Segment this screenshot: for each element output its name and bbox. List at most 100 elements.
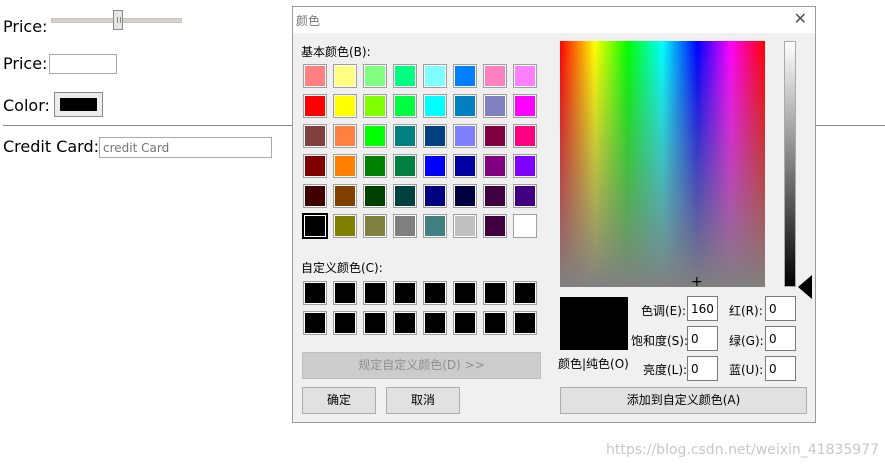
basic-color-swatch[interactable]	[363, 154, 387, 178]
basic-color-swatch[interactable]	[393, 124, 417, 148]
cancel-button[interactable]: 取消	[386, 387, 460, 414]
custom-color-swatch[interactable]	[363, 311, 387, 335]
basic-color-swatch[interactable]	[483, 214, 507, 238]
custom-color-swatch[interactable]	[483, 311, 507, 335]
basic-color-swatch[interactable]	[483, 154, 507, 178]
red-label: 红(R):	[729, 304, 763, 318]
basic-color-swatch[interactable]	[303, 124, 327, 148]
custom-colors-label: 自定义颜色(C):	[301, 261, 383, 275]
preview-label: 颜色|纯色(O)	[558, 357, 629, 371]
luminance-label: 亮度(L):	[643, 363, 688, 377]
basic-color-swatch[interactable]	[333, 214, 357, 238]
custom-color-swatch[interactable]	[423, 311, 447, 335]
basic-color-swatch[interactable]	[333, 184, 357, 208]
basic-color-swatch[interactable]	[363, 64, 387, 88]
basic-color-swatch[interactable]	[423, 214, 447, 238]
custom-color-swatch[interactable]	[303, 281, 327, 305]
basic-color-swatch[interactable]	[393, 214, 417, 238]
basic-color-swatch[interactable]	[483, 124, 507, 148]
custom-color-swatch[interactable]	[393, 311, 417, 335]
price-input[interactable]	[49, 54, 117, 74]
basic-color-swatch[interactable]	[513, 124, 537, 148]
basic-color-swatch[interactable]	[423, 184, 447, 208]
luminance-bar[interactable]	[784, 41, 796, 287]
basic-color-swatch[interactable]	[423, 64, 447, 88]
basic-color-swatch[interactable]	[513, 154, 537, 178]
basic-color-swatch[interactable]	[393, 94, 417, 118]
watermark: https://blog.csdn.net/weixin_41835977	[606, 442, 880, 458]
basic-color-swatch[interactable]	[453, 154, 477, 178]
saturation-label: 饱和度(S):	[631, 334, 689, 348]
basic-color-swatch[interactable]	[423, 94, 447, 118]
saturation-input[interactable]	[687, 326, 718, 351]
credit-card-label: Credit Card:	[3, 137, 100, 156]
custom-color-swatch[interactable]	[513, 311, 537, 335]
credit-card-input[interactable]	[99, 137, 272, 158]
basic-color-swatch[interactable]	[333, 94, 357, 118]
basic-color-swatch[interactable]	[453, 124, 477, 148]
basic-color-swatch[interactable]	[483, 94, 507, 118]
color-picker-button[interactable]	[54, 92, 103, 117]
basic-color-swatch[interactable]	[453, 64, 477, 88]
define-custom-colors-button[interactable]: 规定自定义颜色(D) >>	[302, 352, 541, 379]
basic-color-swatch[interactable]	[333, 154, 357, 178]
basic-color-swatch[interactable]	[513, 214, 537, 238]
basic-color-swatch[interactable]	[483, 64, 507, 88]
basic-color-swatch[interactable]	[453, 184, 477, 208]
price-label-1: Price:	[3, 17, 48, 36]
basic-color-swatch[interactable]	[453, 214, 477, 238]
basic-color-swatch[interactable]	[393, 184, 417, 208]
basic-color-swatch[interactable]	[303, 184, 327, 208]
basic-color-swatch[interactable]	[303, 154, 327, 178]
basic-color-swatch[interactable]	[453, 94, 477, 118]
basic-color-swatch[interactable]	[513, 94, 537, 118]
basic-colors-label: 基本颜色(B):	[301, 45, 371, 59]
custom-color-swatch[interactable]	[453, 281, 477, 305]
basic-color-swatch[interactable]	[363, 184, 387, 208]
color-swatch	[60, 98, 97, 111]
basic-color-swatch[interactable]	[333, 64, 357, 88]
custom-color-swatch[interactable]	[423, 281, 447, 305]
basic-color-swatch[interactable]	[302, 213, 328, 239]
basic-color-swatch[interactable]	[303, 94, 327, 118]
basic-color-swatch[interactable]	[363, 124, 387, 148]
hue-input[interactable]	[687, 296, 718, 321]
add-to-custom-colors-button[interactable]: 添加到自定义颜色(A)	[560, 387, 807, 414]
luminance-input[interactable]	[687, 356, 718, 381]
luminance-arrow-icon[interactable]	[798, 275, 812, 299]
basic-color-swatch[interactable]	[423, 154, 447, 178]
price-slider-thumb[interactable]	[113, 10, 123, 30]
basic-color-swatch[interactable]	[363, 214, 387, 238]
basic-color-swatch[interactable]	[393, 64, 417, 88]
close-icon[interactable]: ✕	[794, 9, 807, 28]
basic-color-swatch[interactable]	[393, 154, 417, 178]
basic-color-swatch[interactable]	[333, 124, 357, 148]
custom-color-swatch[interactable]	[333, 281, 357, 305]
green-label: 绿(G):	[729, 334, 764, 348]
dialog-titlebar: 颜色 ✕	[293, 7, 815, 33]
custom-color-swatch[interactable]	[453, 311, 477, 335]
custom-color-swatch[interactable]	[393, 281, 417, 305]
green-input[interactable]	[765, 326, 796, 351]
crosshair-icon: +	[691, 274, 703, 290]
basic-color-swatch[interactable]	[303, 64, 327, 88]
blue-label: 蓝(U):	[729, 363, 764, 377]
custom-color-swatch[interactable]	[333, 311, 357, 335]
custom-color-swatch[interactable]	[483, 281, 507, 305]
color-label: Color:	[3, 96, 50, 115]
blue-input[interactable]	[765, 356, 796, 381]
custom-color-swatch[interactable]	[303, 311, 327, 335]
custom-color-swatch[interactable]	[363, 281, 387, 305]
basic-color-swatch[interactable]	[423, 124, 447, 148]
basic-color-swatch[interactable]	[513, 64, 537, 88]
red-input[interactable]	[765, 296, 796, 321]
ok-button[interactable]: 确定	[302, 387, 376, 414]
hue-label: 色调(E):	[641, 304, 686, 318]
custom-color-swatch[interactable]	[513, 281, 537, 305]
color-dialog: 颜色 ✕ 基本颜色(B): 自定义颜色(C): 规定自定义颜色(D) >> 确定…	[292, 6, 816, 423]
basic-color-swatch[interactable]	[363, 94, 387, 118]
basic-color-swatch[interactable]	[483, 184, 507, 208]
basic-color-swatch[interactable]	[513, 184, 537, 208]
color-spectrum[interactable]	[560, 41, 765, 287]
basic-colors-grid	[302, 64, 538, 239]
